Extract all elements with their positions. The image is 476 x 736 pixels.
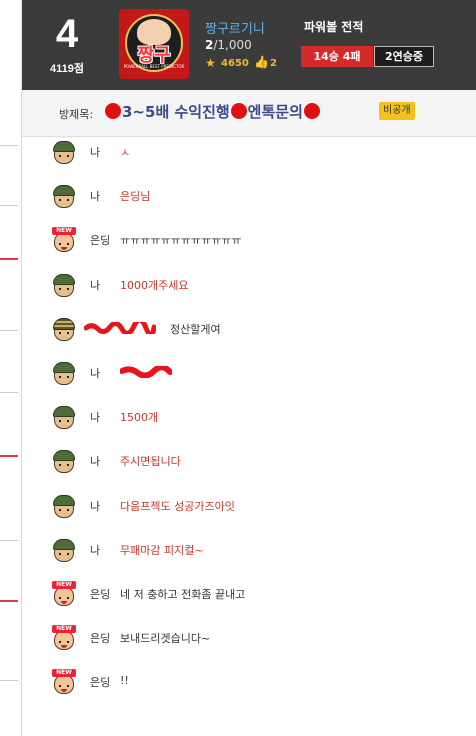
background-page-edge [0, 0, 21, 736]
chat-text: ㅅ [120, 146, 131, 159]
user-level: 4 [55, 12, 79, 56]
chat-message: 나 1000개주세요 [22, 264, 476, 308]
soldier-avatar-icon[interactable] [52, 362, 76, 386]
chat-message: 나 다음프젝도 성공가즈아잇 [22, 485, 476, 529]
soldier-avatar-icon[interactable] [52, 141, 76, 165]
star-count: 4650 [221, 58, 249, 69]
chat-message: NEW 은딩 ㅠㅠㅠㅠㅠㅠㅠㅠㅠㅠㅠㅠ [22, 219, 476, 263]
soldier-avatar-icon[interactable] [52, 538, 76, 563]
user-points: 4119점 [50, 63, 84, 75]
room-subject-bar: 방제목: 3~5배 수익진행 엔톡문의 비공개 [22, 90, 476, 137]
chat-nickname[interactable]: 은딩 [90, 630, 110, 646]
chat-nickname[interactable]: 나 [90, 365, 100, 381]
chat-message: 나 무패마감 피지컬~ [22, 529, 476, 573]
chat-nickname[interactable]: 나 [90, 144, 100, 160]
red-dot-icon [105, 103, 121, 119]
chat-message: 나 은딩님 [22, 175, 476, 219]
chat-text: 1000개주세요 [120, 278, 189, 292]
record-title: 파워볼 전적 [304, 20, 364, 34]
rank-avatar-icon[interactable] [52, 317, 76, 342]
chat-message: 나 [22, 352, 476, 396]
chat-log[interactable]: 나 ㅅ 나 은딩님 NEW 은딩 ㅠㅠㅠㅠㅠㅠㅠㅠㅠㅠㅠㅠ 나 1000개주세요 정산할게여 나 나 1… [22, 137, 476, 736]
chat-nickname[interactable]: 나 [90, 277, 100, 293]
chat-message: 나 1500개 [22, 396, 476, 440]
new-user-avatar-icon[interactable]: NEW [52, 625, 76, 651]
soldier-avatar-icon[interactable] [52, 273, 76, 298]
soldier-avatar-icon[interactable] [52, 406, 76, 430]
chat-nickname[interactable]: 은딩 [90, 232, 110, 248]
subject-label: 방제목: [59, 108, 94, 121]
chat-text: 정산할게여 [170, 322, 221, 336]
streak-badge: 2연승중 [374, 46, 434, 67]
chat-nickname[interactable]: 은딩 [90, 674, 110, 690]
new-user-avatar-icon[interactable]: NEW [52, 669, 76, 695]
participant-count: 2/1,000 [205, 38, 252, 52]
soldier-avatar-icon[interactable] [52, 450, 76, 474]
like-count: 2 [270, 58, 277, 69]
chat-nickname[interactable]: 나 [90, 409, 100, 425]
chat-text: 무패마감 피지컬~ [120, 543, 204, 557]
new-user-avatar-icon[interactable]: NEW [52, 227, 76, 253]
chat-text: 주시면됩니다 [120, 455, 181, 469]
chat-message: 정산할게여 [22, 308, 476, 352]
thumbs-up-icon: 👍 [254, 55, 269, 69]
private-badge[interactable]: 비공개 [379, 102, 415, 120]
room-header: 4 4119점 짱구 POWERBALL BEST PREDICTOR 짱구르기… [22, 0, 476, 90]
chat-text: ㅠㅠㅠㅠㅠㅠㅠㅠㅠㅠㅠㅠ [120, 234, 242, 248]
red-dot-icon [230, 103, 247, 119]
chat-nickname[interactable]: 나 [90, 453, 100, 469]
room-owner-name[interactable]: 짱구르기니 [205, 18, 265, 37]
chat-text: 다음프젝도 성공가즈아잇 [120, 499, 235, 513]
soldier-avatar-icon[interactable] [52, 185, 76, 209]
star-icon: ★ [205, 56, 216, 70]
subject-text: 3~5배 수익진행 엔톡문의 [104, 101, 321, 122]
chat-message: NEW 은딩!! [22, 661, 476, 705]
red-dot-icon [303, 103, 320, 119]
chat-text: 네 저 충하고 전화좀 끝내고 [120, 588, 246, 601]
logo-subtext: POWERBALL BEST PREDICTOR [123, 64, 185, 69]
win-loss-badge: 14승 4패 [301, 46, 373, 67]
chat-message: 나 주시면됩니다 [22, 440, 476, 484]
chat-message: 나ㅅ [22, 137, 476, 175]
new-user-avatar-icon[interactable]: NEW [52, 581, 76, 607]
soldier-avatar-icon[interactable] [52, 494, 76, 519]
chat-text: !! [120, 674, 129, 688]
chat-nickname[interactable]: 나 [90, 542, 100, 558]
chat-text: 은딩님 [120, 190, 151, 204]
redacted-nickname [84, 321, 156, 334]
room-logo: 짱구 POWERBALL BEST PREDICTOR [119, 9, 189, 79]
chat-nickname[interactable]: 은딩 [90, 586, 110, 602]
chat-message: NEW 은딩 보내드리겟습니다~ [22, 617, 476, 661]
chat-text: 보내드리겟습니다~ [120, 632, 211, 646]
chat-nickname[interactable]: 나 [90, 188, 100, 204]
redacted-message [120, 366, 172, 378]
chat-message: NEW 은딩 네 저 충하고 전화좀 끝내고 [22, 573, 476, 617]
chat-nickname[interactable]: 나 [90, 498, 100, 514]
chat-text: 1500개 [120, 411, 159, 425]
